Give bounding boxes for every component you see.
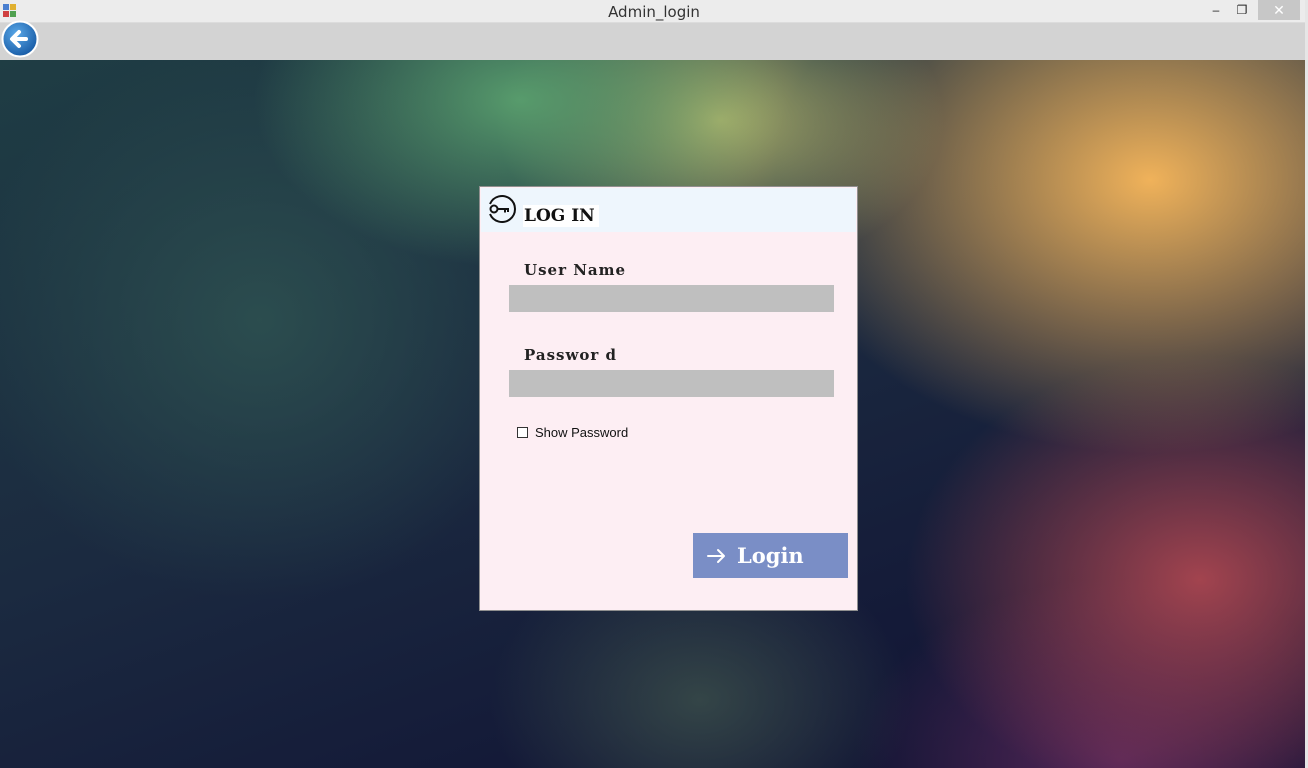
back-arrow-icon[interactable] xyxy=(1,20,39,58)
login-button[interactable]: Login xyxy=(693,533,848,578)
arrow-right-icon xyxy=(707,548,725,563)
username-label: User Name xyxy=(524,261,627,279)
login-title: LOG IN xyxy=(523,205,599,227)
panel-header: LOG IN xyxy=(481,188,856,232)
minimize-button[interactable]: – xyxy=(1204,0,1228,20)
toolbar xyxy=(0,23,1305,60)
window-title: Admin_login xyxy=(608,3,700,21)
username-input[interactable] xyxy=(509,285,834,312)
key-icon xyxy=(489,195,516,223)
checkbox-box[interactable] xyxy=(517,427,528,438)
close-button[interactable]: ✕ xyxy=(1258,0,1300,20)
restore-button[interactable]: ❐ xyxy=(1230,0,1254,20)
login-panel: LOG IN User Name Passwor d Show Password… xyxy=(479,186,858,611)
window-titlebar: Admin_login – ❐ ✕ xyxy=(0,0,1308,23)
show-password-label: Show Password xyxy=(535,425,629,440)
password-input[interactable] xyxy=(509,370,834,397)
password-label: Passwor d xyxy=(524,346,618,364)
show-password-checkbox[interactable]: Show Password xyxy=(517,425,628,440)
login-button-label: Login xyxy=(737,543,804,568)
